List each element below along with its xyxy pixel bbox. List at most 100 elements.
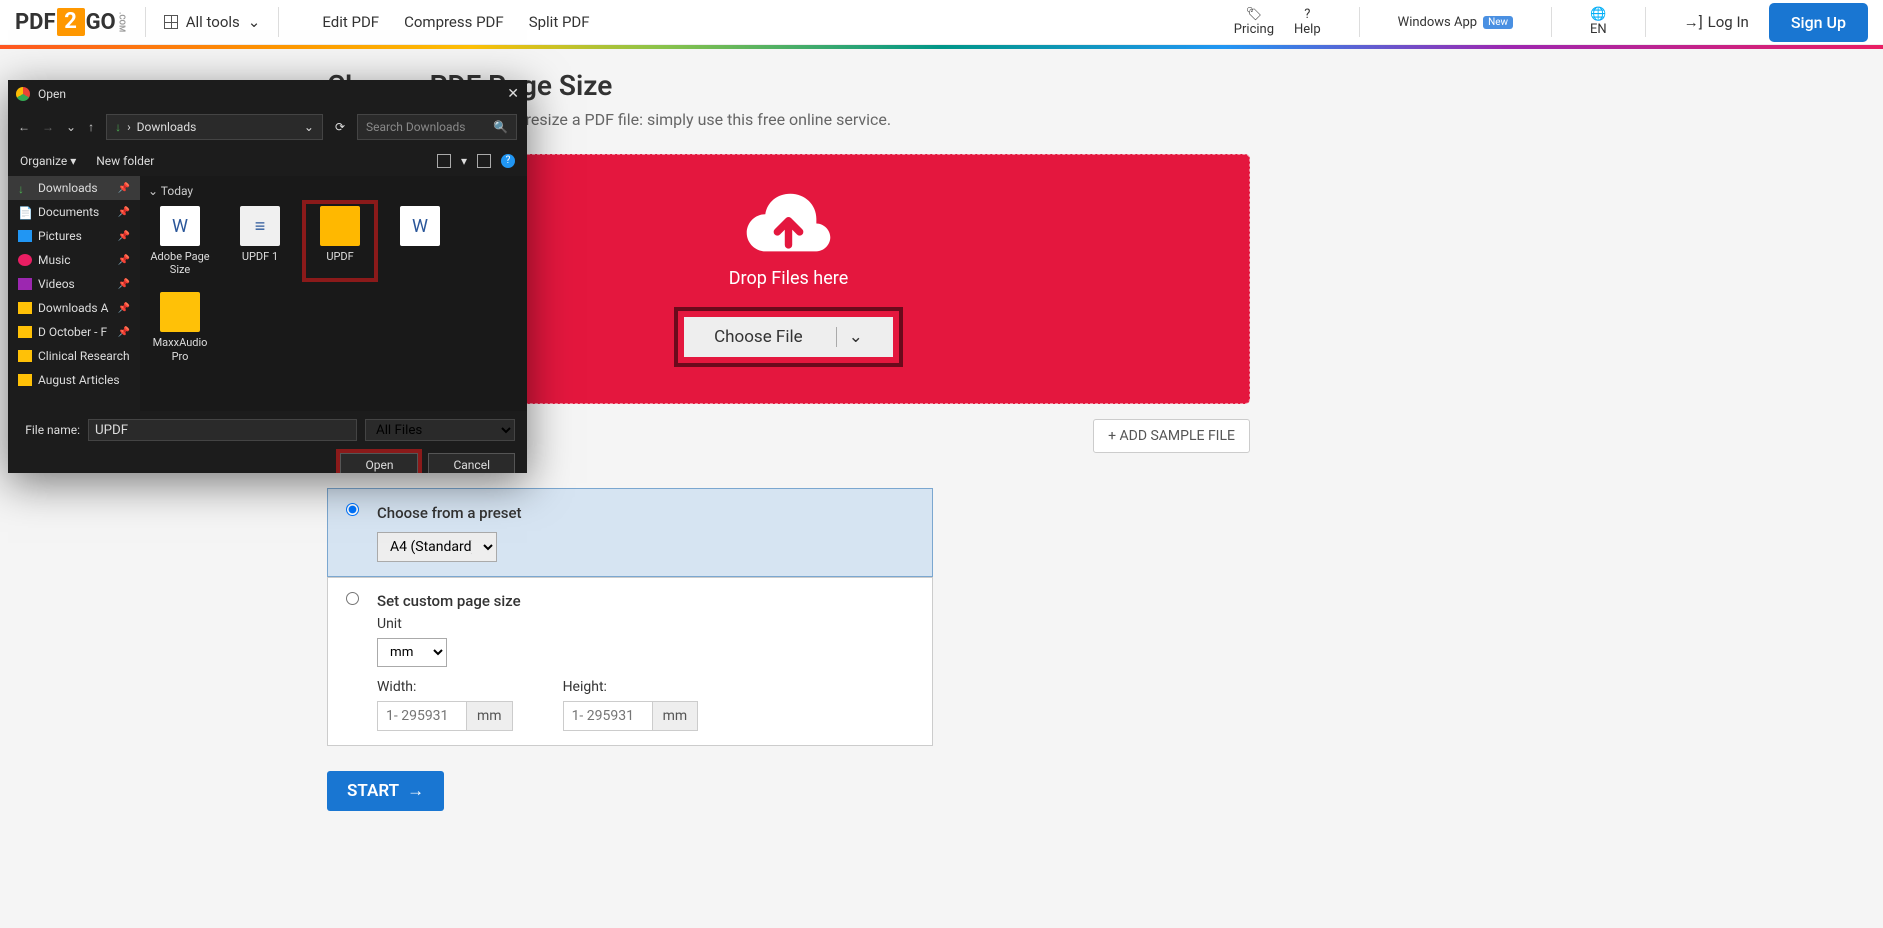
close-icon[interactable]: ✕ xyxy=(507,86,519,102)
filetype-select[interactable]: All Files xyxy=(365,419,515,441)
unit-label: Unit xyxy=(377,616,914,632)
open-button[interactable]: Open xyxy=(340,453,418,473)
view-icon[interactable] xyxy=(437,154,451,168)
cloud-upload-icon xyxy=(741,191,836,256)
sidebar-item-music[interactable]: Music📌 xyxy=(8,248,140,272)
logo-text-go: GO xyxy=(86,10,116,35)
arrow-right-icon: → xyxy=(407,781,424,801)
preset-select[interactable]: A4 (Standard) xyxy=(377,532,497,562)
chevron-down-icon[interactable]: ⌄ xyxy=(836,327,863,347)
search-input[interactable]: Search Downloads 🔍 xyxy=(357,114,517,140)
width-suffix: mm xyxy=(467,701,513,731)
refresh-icon[interactable]: ⟳ xyxy=(335,120,345,134)
start-label: START xyxy=(347,781,399,801)
nav-compress-pdf[interactable]: Compress PDF xyxy=(404,13,504,31)
file-item[interactable]: MaxxAudio Pro xyxy=(148,292,212,362)
sidebar-item-pictures[interactable]: Pictures📌 xyxy=(8,224,140,248)
choose-file-button[interactable]: Choose File ⌄ xyxy=(684,317,893,357)
recent-icon[interactable]: ⌄ xyxy=(66,120,76,134)
search-placeholder: Search Downloads xyxy=(366,120,465,134)
add-sample-button[interactable]: + ADD SAMPLE FILE xyxy=(1093,419,1250,453)
filename-label: File name: xyxy=(20,423,80,437)
folder-icon xyxy=(18,326,32,338)
options-panel: Choose from a preset A4 (Standard) Set c… xyxy=(327,488,933,746)
lang-label: EN xyxy=(1590,22,1607,37)
login-button[interactable]: →] Log In xyxy=(1684,13,1749,31)
height-input[interactable] xyxy=(563,701,653,731)
pin-icon: 📌 xyxy=(118,279,130,290)
width-input[interactable] xyxy=(377,701,467,731)
custom-option[interactable]: Set custom page size Unit mm Width: mm H… xyxy=(327,577,933,746)
dialog-titlebar: Open ✕ xyxy=(8,80,527,108)
pin-icon: 📌 xyxy=(118,231,130,242)
preset-radio[interactable] xyxy=(346,503,359,516)
pricing-label: Pricing xyxy=(1234,22,1274,37)
download-icon: ↓ xyxy=(115,120,121,134)
windows-app-link[interactable]: Windows App New xyxy=(1398,15,1513,30)
search-icon: 🔍 xyxy=(493,120,508,134)
choose-file-label: Choose File xyxy=(714,327,803,347)
file-group-label[interactable]: ⌄ Today xyxy=(148,184,519,198)
pin-icon: 📌 xyxy=(118,207,130,218)
pictures-icon xyxy=(18,230,32,242)
file-item[interactable]: ≡UPDF 1 xyxy=(228,206,292,276)
help-icon[interactable]: ? xyxy=(501,154,515,168)
nav-split-pdf[interactable]: Split PDF xyxy=(529,13,590,31)
dialog-nav: ← → ⌄ ↑ ↓ › Downloads ⌄ ⟳ Search Downloa… xyxy=(8,108,527,146)
add-sample-label: + ADD SAMPLE FILE xyxy=(1108,428,1235,444)
dialog-files: ⌄ Today WAdobe Page Size ≡UPDF 1 UPDF W … xyxy=(140,176,527,411)
choose-file-highlight: Choose File ⌄ xyxy=(674,307,903,367)
drop-text: Drop Files here xyxy=(729,268,849,289)
help-link[interactable]: ? Help xyxy=(1294,7,1321,37)
dimensions-row: Width: mm Height: mm xyxy=(377,679,914,731)
preview-icon[interactable] xyxy=(477,154,491,168)
grid-icon xyxy=(164,15,178,29)
all-tools-dropdown[interactable]: All tools ⌄ xyxy=(164,13,261,31)
sidebar-item-folder[interactable]: Downloads A📌 xyxy=(8,296,140,320)
forward-icon[interactable]: → xyxy=(42,120,54,134)
pin-icon: 📌 xyxy=(118,255,130,266)
sidebar-item-folder[interactable]: D October - F📌 xyxy=(8,320,140,344)
videos-icon xyxy=(18,278,32,290)
sidebar-item-videos[interactable]: Videos📌 xyxy=(8,272,140,296)
new-folder-button[interactable]: New folder xyxy=(96,154,154,168)
chevron-down-icon[interactable]: ⌄ xyxy=(304,120,314,134)
filename-input[interactable] xyxy=(88,419,357,441)
sidebar-item-downloads[interactable]: ↓Downloads📌 xyxy=(8,176,140,200)
chrome-icon xyxy=(16,87,30,101)
logo-text-pdf: PDF xyxy=(15,10,56,35)
divider xyxy=(1645,7,1646,37)
unit-select[interactable]: mm xyxy=(377,638,447,667)
divider xyxy=(1551,7,1552,37)
custom-radio[interactable] xyxy=(346,592,359,605)
width-label: Width: xyxy=(377,679,513,695)
dialog-sidebar: ↓Downloads📌 📄Documents📌 Pictures📌 Music📌… xyxy=(8,176,140,411)
document-icon: 📄 xyxy=(18,206,32,218)
file-item[interactable]: W xyxy=(388,206,452,276)
organize-button[interactable]: Organize ▾ xyxy=(20,154,76,168)
sidebar-item-folder[interactable]: August Articles xyxy=(8,368,140,392)
preset-option[interactable]: Choose from a preset A4 (Standard) xyxy=(327,488,933,577)
dialog-title: Open xyxy=(38,87,66,101)
chevron-down-icon: ⌄ xyxy=(248,13,261,31)
file-item-selected[interactable]: UPDF xyxy=(308,206,372,276)
up-icon[interactable]: ↑ xyxy=(88,120,94,134)
path-sep: › xyxy=(127,120,131,134)
folder-icon xyxy=(18,350,32,362)
view-chevron-icon[interactable]: ▾ xyxy=(461,154,467,168)
start-button[interactable]: START → xyxy=(327,771,444,811)
sidebar-item-documents[interactable]: 📄Documents📌 xyxy=(8,200,140,224)
back-icon[interactable]: ← xyxy=(18,120,30,134)
pricing-link[interactable]: 🏷 Pricing xyxy=(1234,7,1274,37)
logo[interactable]: PDF 2 GO .COM xyxy=(15,8,127,36)
language-selector[interactable]: 🌐 EN xyxy=(1590,7,1607,37)
cancel-button[interactable]: Cancel xyxy=(428,453,515,473)
path-bar[interactable]: ↓ › Downloads ⌄ xyxy=(106,114,323,140)
file-item[interactable]: WAdobe Page Size xyxy=(148,206,212,276)
nav-edit-pdf[interactable]: Edit PDF xyxy=(322,13,379,31)
signup-button[interactable]: Sign Up xyxy=(1769,3,1868,42)
logo-text-com: .COM xyxy=(118,12,127,32)
divider xyxy=(1359,7,1360,37)
dialog-filename-row: File name: All Files xyxy=(8,411,527,449)
sidebar-item-folder[interactable]: Clinical Research xyxy=(8,344,140,368)
